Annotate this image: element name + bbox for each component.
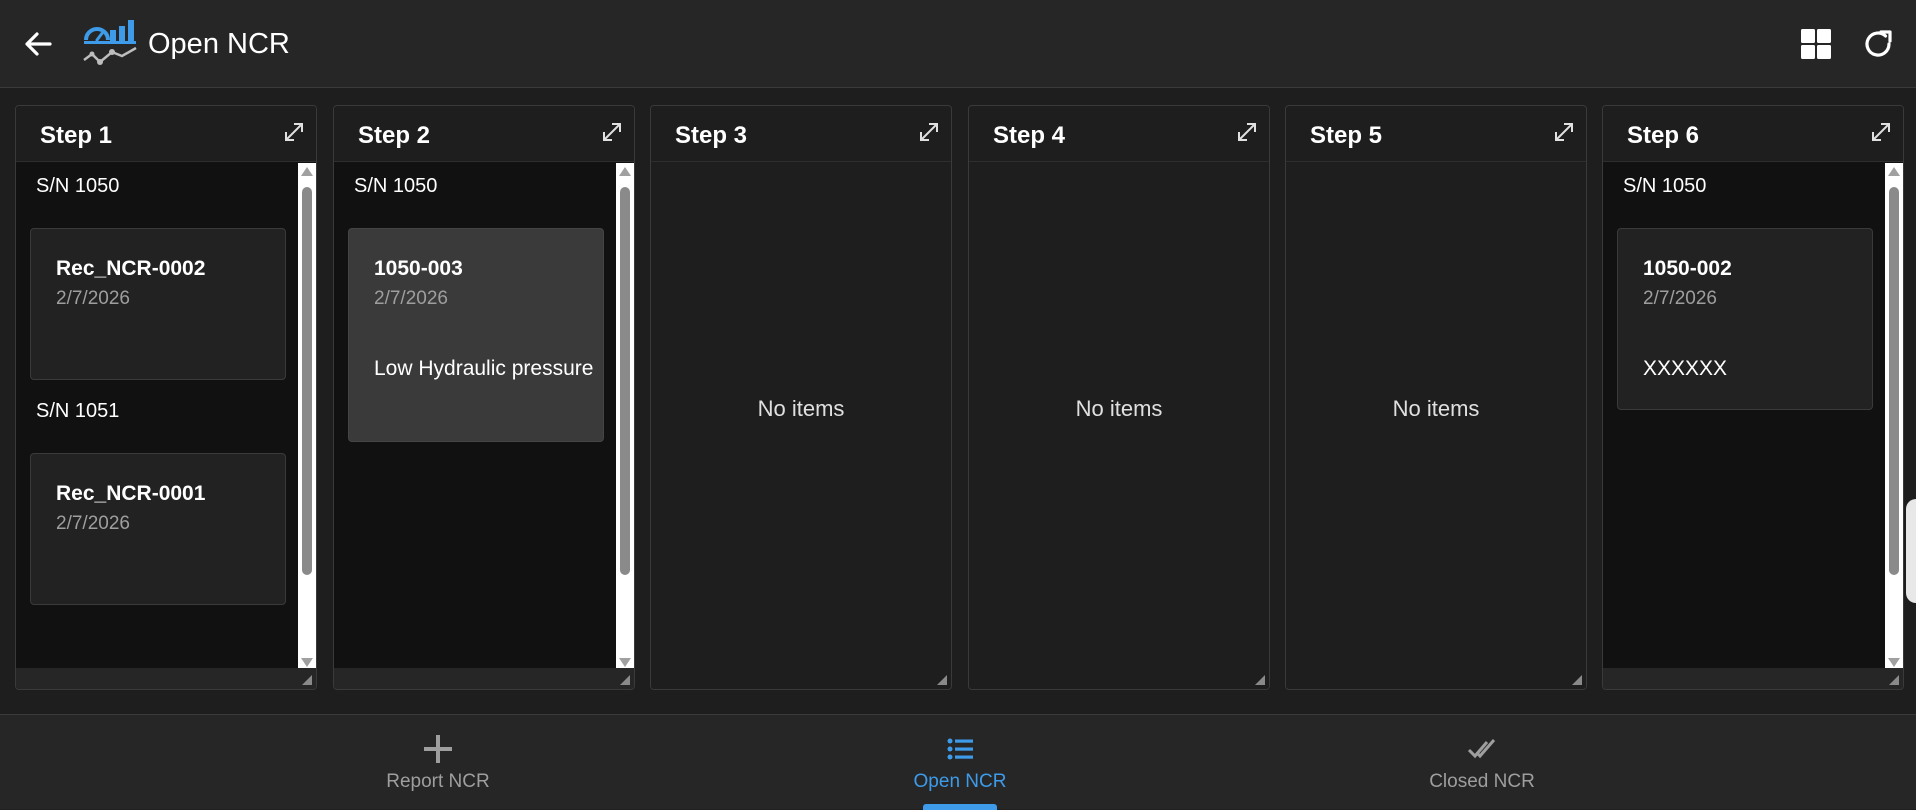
column-footer [334, 668, 634, 689]
list-icon [947, 738, 973, 760]
scroll-thumb[interactable] [620, 187, 630, 575]
ncr-card[interactable]: 1050-002 2/7/2026 XXXXXX [1617, 228, 1873, 410]
column-title: Step 1 [40, 122, 113, 149]
scroll-down-arrow-icon[interactable] [619, 658, 631, 667]
column-body: S/N 1050 Rec_NCR-0002 2/7/2026 S/N 1051 … [16, 163, 316, 671]
column-body: S/N 1050 1050-002 2/7/2026 XXXXXX [1603, 163, 1903, 671]
serial-group-label: S/N 1050 [1623, 175, 1707, 197]
scroll-down-arrow-icon[interactable] [301, 658, 313, 667]
scroll-thumb[interactable] [302, 187, 312, 575]
empty-state-text: No items [757, 396, 845, 421]
resize-grip-icon[interactable] [302, 675, 312, 685]
ncr-card[interactable]: Rec_NCR-0001 2/7/2026 [30, 453, 286, 605]
refresh-icon[interactable] [1860, 26, 1896, 62]
expand-icon[interactable] [600, 120, 624, 144]
card-description: XXXXXX [1643, 357, 1728, 380]
scroll-down-arrow-icon[interactable] [1888, 658, 1900, 667]
column-title: Step 6 [1627, 122, 1700, 149]
scrollbar[interactable] [298, 163, 316, 671]
empty-state-text: No items [1392, 396, 1480, 421]
side-drawer-handle[interactable] [1906, 499, 1916, 603]
bottom-navigation: Report NCR Open NCR Closed NCR [0, 714, 1916, 810]
ncr-card[interactable]: 1050-003 2/7/2026 Low Hydraulic pressure [348, 228, 604, 442]
expand-icon[interactable] [282, 120, 306, 144]
nav-label: Report NCR [386, 771, 490, 792]
scroll-up-arrow-icon[interactable] [619, 167, 631, 176]
card-id: Rec_NCR-0001 [56, 482, 206, 505]
expand-icon[interactable] [917, 120, 941, 144]
column-header: Step 4 [969, 106, 1269, 162]
scrollbar[interactable] [616, 163, 634, 671]
column-step-4: Step 4 No items [968, 105, 1270, 690]
nav-report-ncr[interactable]: Report NCR [328, 715, 548, 810]
gauge-chart-logo-icon [83, 20, 137, 65]
card-date: 2/7/2026 [1643, 288, 1717, 309]
column-footer [1286, 668, 1586, 689]
app-header: Open NCR [0, 0, 1916, 88]
column-title: Step 4 [993, 122, 1066, 149]
column-title: Step 3 [675, 122, 748, 149]
nav-closed-ncr[interactable]: Closed NCR [1372, 715, 1592, 810]
resize-grip-icon[interactable] [1889, 675, 1899, 685]
expand-icon[interactable] [1869, 120, 1893, 144]
scroll-thumb[interactable] [1889, 187, 1899, 575]
column-step-5: Step 5 No items [1285, 105, 1587, 690]
card-id: 1050-003 [374, 257, 463, 280]
column-step-3: Step 3 No items [650, 105, 952, 690]
serial-group-label: S/N 1050 [354, 175, 438, 197]
column-step-6: Step 6 S/N 1050 1050-002 2/7/2026 XXXXXX [1602, 105, 1904, 690]
card-id: Rec_NCR-0002 [56, 257, 206, 280]
scroll-up-arrow-icon[interactable] [1888, 167, 1900, 176]
scroll-up-arrow-icon[interactable] [301, 167, 313, 176]
card-id: 1050-002 [1643, 257, 1732, 280]
column-step-2: Step 2 S/N 1050 1050-003 2/7/2026 Low Hy… [333, 105, 635, 690]
empty-state-text: No items [1075, 396, 1163, 421]
column-body: No items [651, 163, 951, 671]
column-title: Step 5 [1310, 122, 1383, 149]
scrollbar[interactable] [1885, 163, 1903, 671]
card-description: Low Hydraulic pressure [374, 357, 594, 380]
card-date: 2/7/2026 [56, 288, 130, 309]
grid-view-icon[interactable] [1800, 28, 1832, 60]
card-date: 2/7/2026 [56, 513, 130, 534]
column-step-1: Step 1 S/N 1050 Rec_NCR-0002 2/7/2026 S/… [15, 105, 317, 690]
column-footer [16, 668, 316, 689]
column-body: No items [1286, 163, 1586, 671]
plus-icon [424, 735, 452, 763]
column-footer [969, 668, 1269, 689]
column-header: Step 5 [1286, 106, 1586, 162]
column-body: S/N 1050 1050-003 2/7/2026 Low Hydraulic… [334, 163, 634, 671]
column-header: Step 3 [651, 106, 951, 162]
expand-icon[interactable] [1235, 120, 1259, 144]
kanban-board: Step 1 S/N 1050 Rec_NCR-0002 2/7/2026 S/… [0, 89, 1916, 714]
page-title: Open NCR [148, 28, 290, 60]
active-tab-indicator [923, 804, 997, 810]
card-date: 2/7/2026 [374, 288, 448, 309]
serial-group-label: S/N 1050 [36, 175, 120, 197]
column-header: Step 1 [16, 106, 316, 162]
column-header: Step 6 [1603, 106, 1903, 162]
column-title: Step 2 [358, 122, 431, 149]
resize-grip-icon[interactable] [1255, 675, 1265, 685]
resize-grip-icon[interactable] [1572, 675, 1582, 685]
expand-icon[interactable] [1552, 120, 1576, 144]
ncr-card[interactable]: Rec_NCR-0002 2/7/2026 [30, 228, 286, 380]
resize-grip-icon[interactable] [620, 675, 630, 685]
column-footer [1603, 668, 1903, 689]
serial-group-label: S/N 1051 [36, 400, 120, 422]
nav-label: Open NCR [913, 771, 1007, 792]
column-body: No items [969, 163, 1269, 671]
arrow-left-icon[interactable] [20, 26, 56, 62]
resize-grip-icon[interactable] [937, 675, 947, 685]
nav-label: Closed NCR [1429, 771, 1535, 792]
double-check-icon [1467, 739, 1496, 759]
column-footer [651, 668, 951, 689]
nav-open-ncr[interactable]: Open NCR [850, 715, 1070, 810]
column-header: Step 2 [334, 106, 634, 162]
